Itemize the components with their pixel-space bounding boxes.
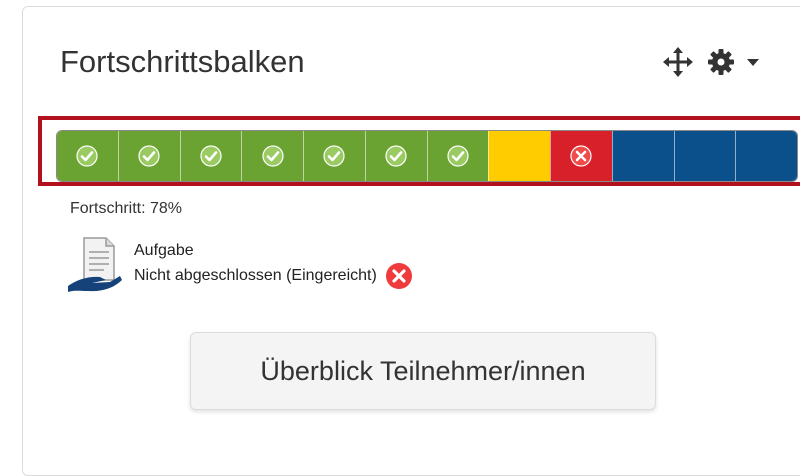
red-cross-icon: [385, 263, 412, 289]
progress-segment-complete[interactable]: [303, 131, 365, 181]
progress-segment-complete[interactable]: [57, 131, 118, 181]
progress-segment-future[interactable]: [611, 131, 674, 181]
progress-segment-complete[interactable]: [117, 131, 180, 181]
check-icon: [447, 145, 469, 167]
overview-participants-button[interactable]: Überblick Teilnehmer/innen: [190, 332, 656, 410]
check-icon: [323, 145, 345, 167]
caret-down-icon[interactable]: [736, 55, 760, 74]
move-icon[interactable]: [662, 46, 694, 83]
progress-segment-complete[interactable]: [364, 131, 427, 181]
progress-segment-failed[interactable]: [550, 131, 612, 181]
block-header-controls: [662, 46, 760, 83]
progress-segment-complete[interactable]: [241, 131, 303, 181]
assignment-icon: [68, 237, 122, 292]
check-icon: [76, 145, 98, 167]
block-title: Fortschrittsbalken: [60, 44, 305, 79]
progress-segment-complete[interactable]: [179, 131, 242, 181]
progress-bar: [56, 130, 798, 182]
check-icon: [200, 145, 222, 167]
progress-segment-future[interactable]: [735, 131, 797, 181]
check-icon: [385, 145, 407, 167]
cross-icon: [570, 145, 592, 167]
check-icon: [138, 145, 160, 167]
gear-icon[interactable]: [694, 47, 736, 82]
activity-item: Aufgabe Nicht abgeschlossen (Eingereicht…: [66, 236, 413, 296]
activity-status: Nicht abgeschlossen (Eingereicht): [134, 267, 377, 284]
progress-segment-future[interactable]: [673, 131, 736, 181]
activity-name[interactable]: Aufgabe: [134, 240, 413, 262]
progress-percentage: Fortschritt: 78%: [70, 200, 183, 217]
progress-segment-submitted[interactable]: [488, 131, 550, 181]
check-icon: [262, 145, 284, 167]
progress-segment-complete[interactable]: [426, 131, 489, 181]
